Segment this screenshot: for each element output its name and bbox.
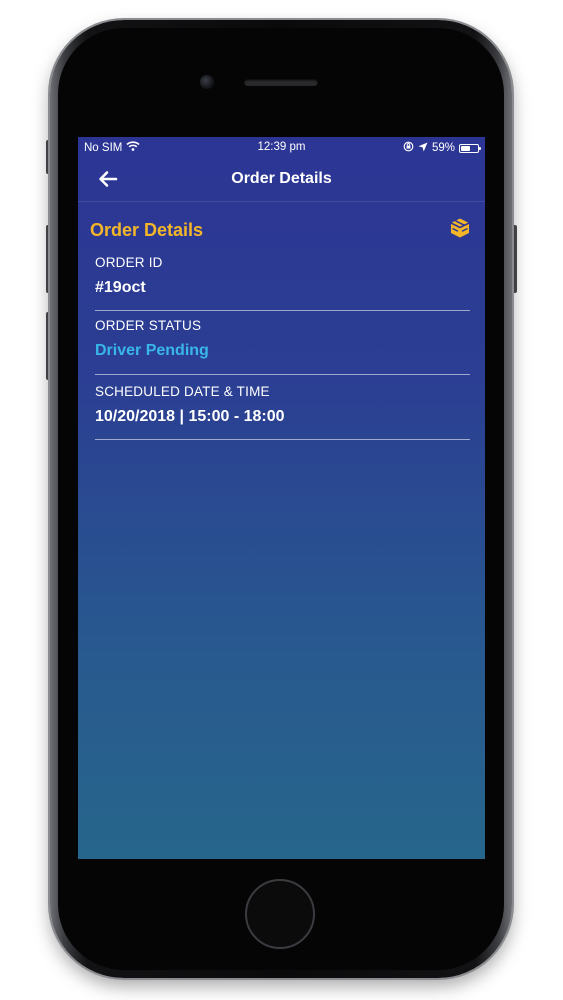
home-button[interactable]	[245, 879, 315, 949]
battery-level-fill	[461, 145, 470, 151]
power-button	[512, 225, 517, 293]
order-status-label: ORDER STATUS	[95, 318, 202, 333]
scheduled-datetime-field: SCHEDULED DATE & TIME 10/20/2018 | 15:00…	[95, 384, 470, 440]
order-status-field: ORDER STATUS Driver Pending	[95, 318, 470, 375]
scheduled-datetime-value: 10/20/2018 | 15:00 - 18:00	[95, 408, 285, 425]
battery-tip	[479, 146, 481, 150]
page-title: Order Details	[231, 170, 332, 187]
earpiece-speaker	[244, 79, 318, 86]
nav-bar: Order Details	[78, 157, 485, 202]
app-screen: No SIM 12:39 pm 59% Order Details Order …	[78, 137, 485, 859]
order-id-field: ORDER ID #19oct	[95, 255, 470, 311]
orientation-lock-icon	[403, 141, 414, 155]
location-arrow-icon	[418, 142, 428, 155]
battery-percent: 59%	[431, 142, 455, 154]
status-bar: No SIM 12:39 pm 59%	[78, 137, 485, 157]
status-badge: Driver Pending	[95, 342, 209, 359]
status-right: 59%	[403, 141, 481, 155]
scheduled-datetime-label: SCHEDULED DATE & TIME	[95, 384, 270, 399]
box-icon[interactable]	[449, 217, 471, 239]
order-id-value: #19oct	[95, 279, 146, 296]
battery-icon	[459, 143, 481, 153]
front-camera	[200, 75, 214, 89]
section-title: Order Details	[90, 220, 204, 240]
order-id-label: ORDER ID	[95, 255, 163, 270]
stage: No SIM 12:39 pm 59% Order Details Order …	[0, 0, 563, 1000]
